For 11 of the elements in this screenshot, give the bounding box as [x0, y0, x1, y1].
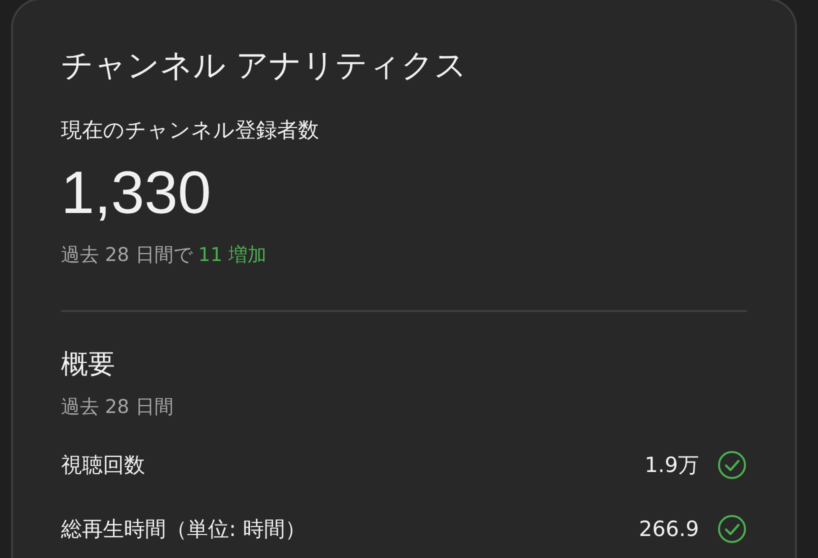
metric-value: 266.9 [638, 517, 699, 541]
change-value: 11 増加 [198, 243, 266, 268]
metric-label: 総再生時間（単位: 時間） [61, 516, 307, 543]
section-heading: 概要 [61, 348, 115, 382]
metric-label: 視聴回数 [61, 452, 146, 479]
metric-value: 1.9万 [644, 452, 699, 479]
subscriber-count: 1,330 [61, 158, 212, 228]
card-title: チャンネル アナリティクス [61, 45, 468, 86]
period-text: 過去 28 日間 [61, 395, 174, 420]
period-text: 過去 28 日間で [61, 243, 192, 268]
subscriber-label: 現在のチャンネル登録者数 [61, 117, 319, 144]
